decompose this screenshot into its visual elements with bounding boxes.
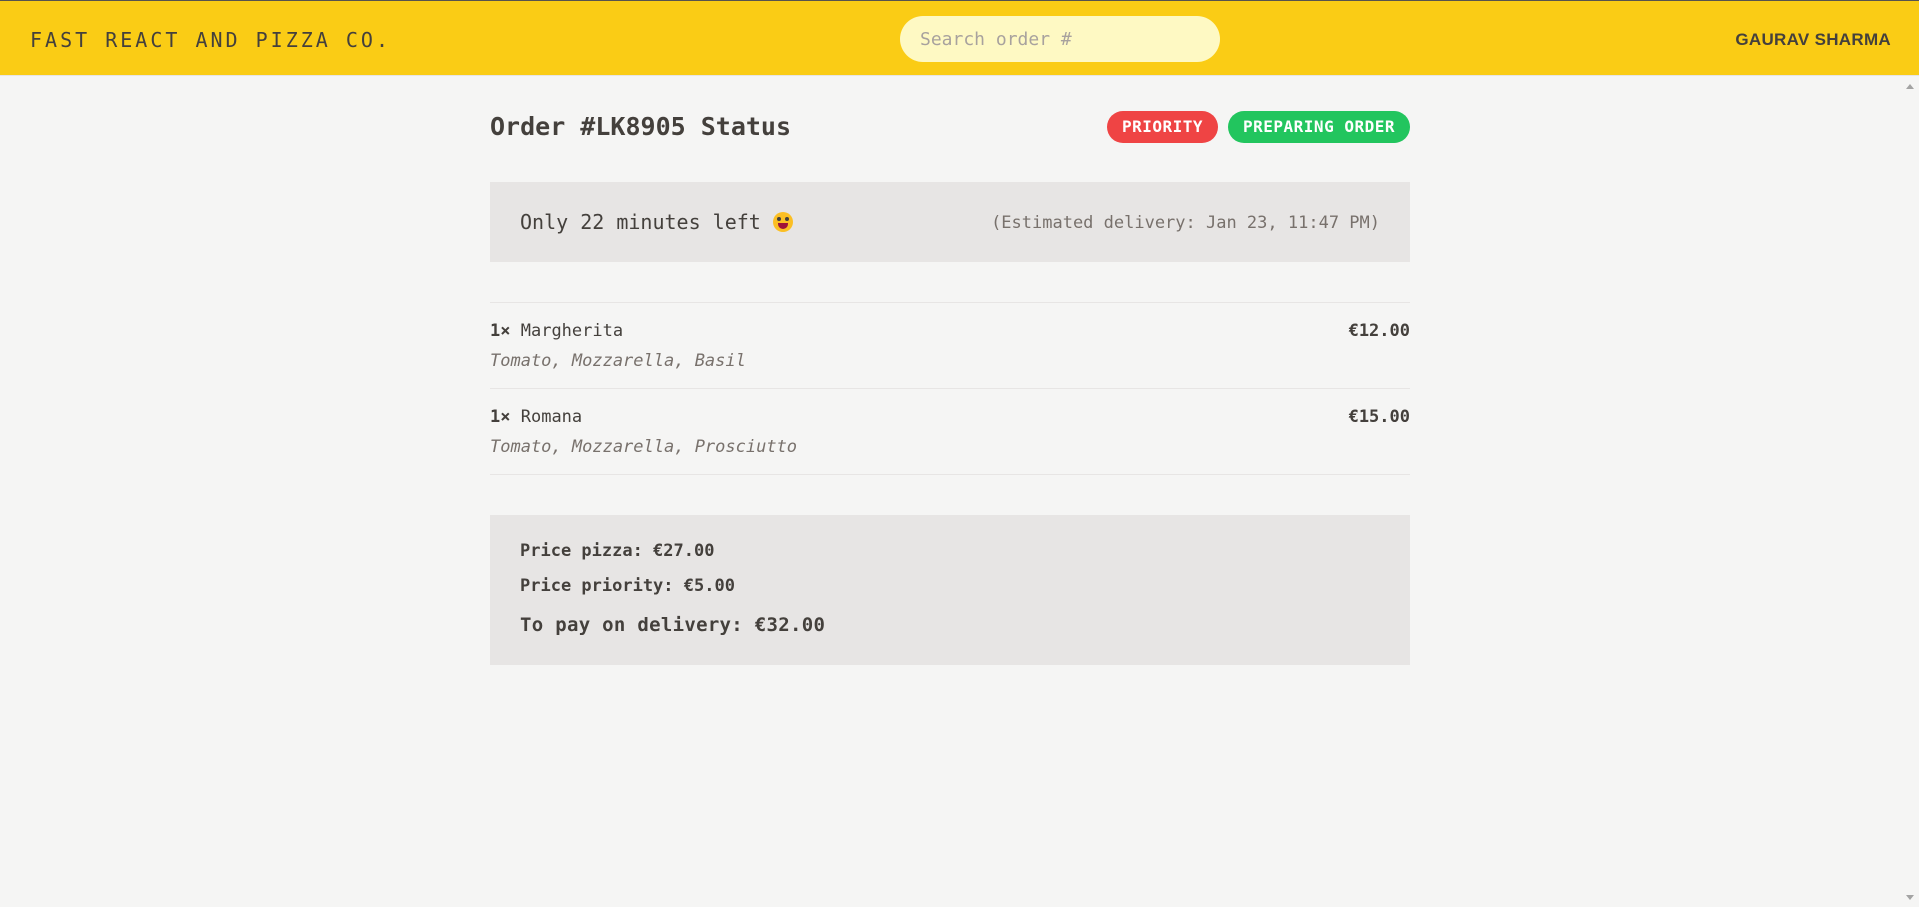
price-pizza: Price pizza: €27.00 (520, 541, 715, 561)
time-remaining: Only 22 minutes left (520, 210, 793, 234)
username: Gaurav Sharma (1735, 30, 1891, 49)
scroll-up-icon[interactable] (1906, 84, 1914, 89)
app-header: Fast React and Pizza Co. Gaurav Sharma (0, 0, 1919, 76)
item-quantity: 1× (490, 407, 511, 427)
vertical-scrollbar[interactable] (1902, 77, 1919, 907)
delivery-eta-panel: Only 22 minutes left (Estimated delivery… (490, 182, 1410, 262)
order-items-list: 1× Margherita Tomato, Mozzarella, Basil … (490, 302, 1410, 475)
status-badges: Priority Preparing order (1106, 111, 1410, 143)
item-name: 1× Margherita (490, 321, 623, 341)
priority-badge: Priority (1106, 111, 1218, 143)
total-to-pay: To pay on delivery: €32.00 (520, 614, 826, 636)
item-ingredients: Tomato, Mozzarella, Prosciutto (490, 437, 798, 457)
grinning-face-icon (772, 212, 793, 232)
price-summary-panel: Price pizza: €27.00 Price priority: €5.0… (490, 515, 1410, 665)
item-price: €12.00 (1348, 321, 1410, 341)
item-price: €15.00 (1348, 407, 1410, 427)
item-ingredients: Tomato, Mozzarella, Basil (490, 351, 746, 371)
scroll-down-icon[interactable] (1906, 895, 1914, 900)
list-item: 1× Margherita Tomato, Mozzarella, Basil … (490, 303, 1410, 389)
page-title: Order #LK8905 Status (490, 112, 792, 141)
item-name: 1× Romana (490, 407, 582, 427)
status-badge: Preparing order (1228, 111, 1410, 143)
list-item: 1× Romana Tomato, Mozzarella, Prosciutto… (490, 389, 1410, 475)
item-name-text: Romana (520, 407, 583, 427)
estimated-delivery: (Estimated delivery: Jan 23, 11:47 PM) (991, 213, 1380, 233)
logo[interactable]: Fast React and Pizza Co. (30, 28, 391, 52)
search-order-input[interactable] (900, 16, 1220, 62)
price-priority: Price priority: €5.00 (520, 576, 735, 596)
time-remaining-text: Only 22 minutes left (520, 210, 761, 234)
item-name-text: Margherita (520, 321, 624, 341)
item-quantity: 1× (490, 321, 511, 341)
